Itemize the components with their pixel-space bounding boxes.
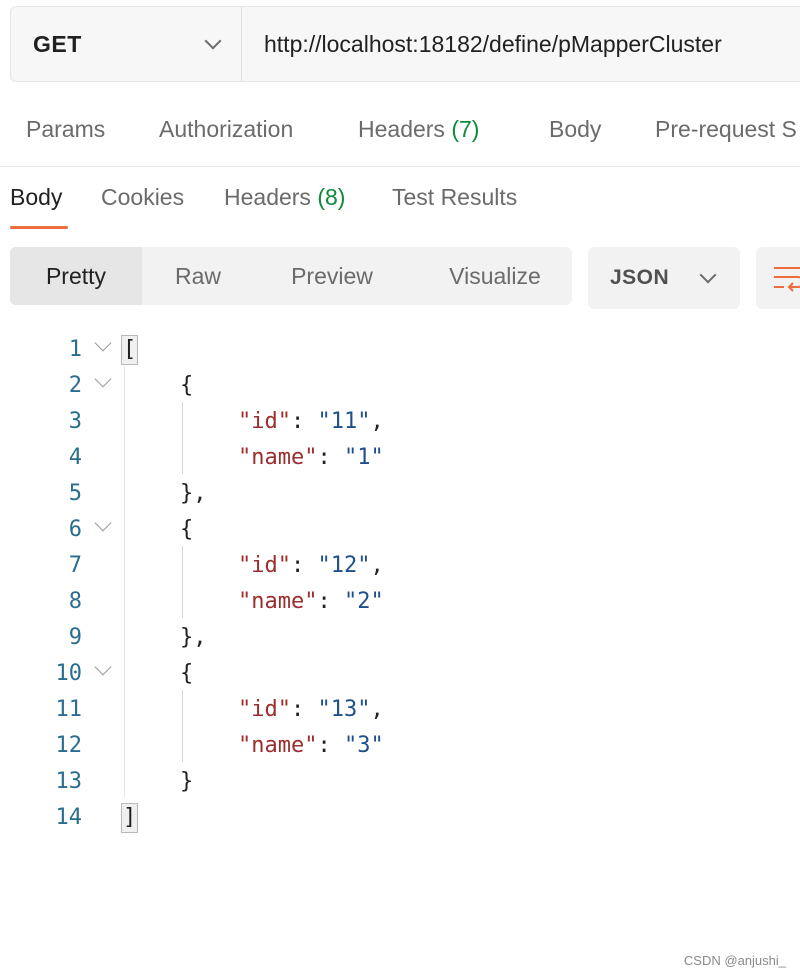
code-line: 14] [0, 800, 800, 836]
code-text: { [180, 661, 194, 686]
format-select[interactable]: JSON [588, 247, 740, 309]
url-input[interactable] [242, 7, 800, 81]
code-line: 8 "name": "2" [0, 584, 800, 620]
line-number: 1 [68, 337, 82, 362]
line-number: 12 [55, 733, 83, 758]
line-number: 13 [55, 769, 83, 794]
view-pretty-button[interactable]: Pretty [10, 247, 142, 305]
code-line: 6{ [0, 512, 800, 548]
tab-body[interactable]: Body [549, 116, 601, 143]
line-number: 3 [68, 409, 82, 434]
tab-headers-label: Headers [358, 116, 445, 142]
tab-pre-request-script[interactable]: Pre-request S [655, 116, 797, 143]
active-tab-indicator [10, 226, 68, 229]
response-tab-headers[interactable]: Headers (8) [224, 184, 345, 211]
line-number: 9 [68, 625, 82, 650]
line-number: 7 [68, 553, 82, 578]
fold-chevron-icon[interactable] [96, 664, 108, 676]
line-number: 8 [68, 589, 82, 614]
chevron-down-icon [699, 266, 717, 284]
watermark: CSDN @anjushi_ [683, 953, 786, 968]
method-select[interactable]: GET [11, 7, 242, 81]
method-label: GET [33, 30, 82, 57]
fold-chevron-icon[interactable] [96, 520, 108, 532]
code-line: 2{ [0, 368, 800, 404]
request-tabs: Params Authorization Headers (7) Body Pr… [0, 96, 800, 167]
view-mode-group: Pretty Raw Preview Visualize [10, 247, 572, 305]
line-number: 6 [68, 517, 82, 542]
code-text: "name": "2" [238, 589, 384, 614]
code-text: }, [180, 625, 207, 650]
tab-headers[interactable]: Headers (7) [358, 116, 479, 143]
code-text: { [180, 517, 194, 542]
response-tab-cookies[interactable]: Cookies [101, 184, 184, 211]
code-text: }, [180, 481, 207, 506]
response-tab-test-results[interactable]: Test Results [392, 184, 517, 211]
code-line: 1[ [0, 332, 800, 368]
line-number: 11 [55, 697, 83, 722]
code-line: 4 "name": "1" [0, 440, 800, 476]
line-number: 4 [68, 445, 82, 470]
headers-count-badge: (7) [451, 116, 480, 142]
code-line: 13} [0, 764, 800, 800]
code-text: [ [120, 335, 139, 365]
code-text: "id": "11", [238, 409, 384, 434]
line-number: 10 [55, 661, 83, 686]
code-text: ] [120, 803, 139, 833]
code-text: "id": "13", [238, 697, 384, 722]
code-text: { [180, 373, 194, 398]
line-number: 2 [68, 373, 82, 398]
response-tab-headers-label: Headers [224, 184, 311, 210]
code-text: "name": "1" [238, 445, 384, 470]
tab-authorization[interactable]: Authorization [159, 116, 293, 143]
fold-chevron-icon[interactable] [96, 340, 108, 352]
view-visualize-button[interactable]: Visualize [436, 247, 554, 305]
fold-chevron-icon[interactable] [96, 376, 108, 388]
tab-params[interactable]: Params [26, 116, 105, 143]
view-raw-button[interactable]: Raw [160, 247, 236, 305]
code-line: 12 "name": "3" [0, 728, 800, 764]
code-line: 7 "id": "12", [0, 548, 800, 584]
wrap-lines-icon [774, 267, 800, 292]
url-bar: GET [10, 6, 800, 82]
code-text: } [180, 769, 194, 794]
line-number: 14 [55, 805, 83, 830]
code-line: 9}, [0, 620, 800, 656]
response-tab-body[interactable]: Body [10, 184, 62, 211]
wrap-lines-button[interactable] [756, 247, 800, 309]
code-text: "id": "12", [238, 553, 384, 578]
format-label: JSON [610, 266, 670, 289]
view-preview-button[interactable]: Preview [280, 247, 384, 305]
code-line: 11 "id": "13", [0, 692, 800, 728]
code-line: 10 { [0, 656, 800, 692]
code-text: "name": "3" [238, 733, 384, 758]
response-headers-count-badge: (8) [317, 184, 346, 210]
line-number: 5 [68, 481, 82, 506]
code-line: 3 "id": "11", [0, 404, 800, 440]
chevron-down-icon [204, 32, 222, 50]
code-line: 5}, [0, 476, 800, 512]
